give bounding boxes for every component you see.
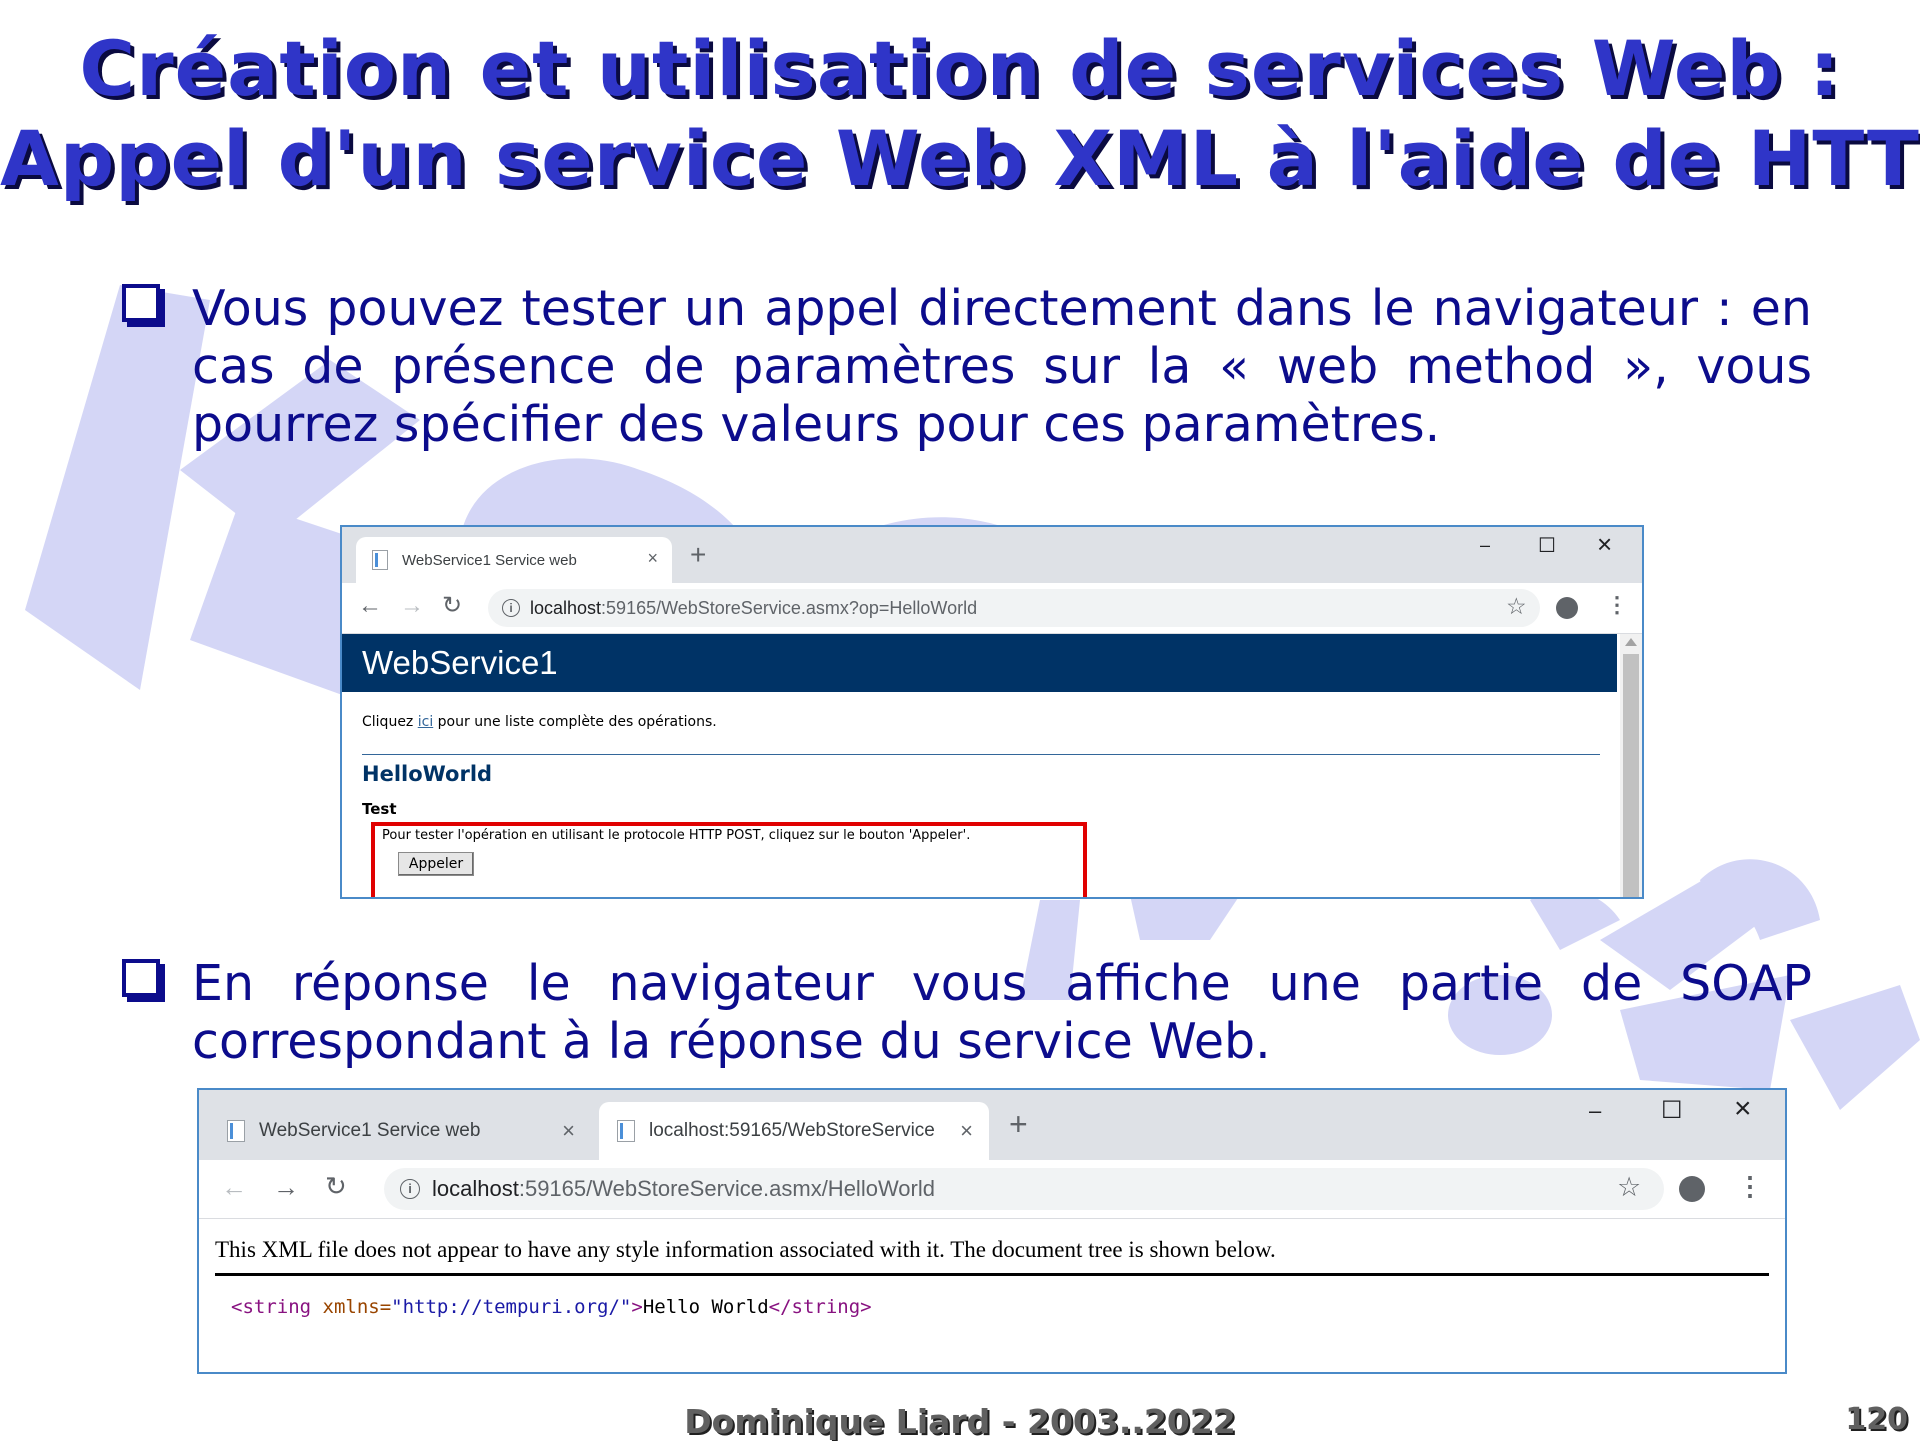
site-info-icon[interactable]: i [400,1179,420,1199]
vertical-scrollbar[interactable] [1620,634,1642,897]
page-number: 120 [1845,1402,1908,1437]
page-favicon-icon [372,550,388,570]
scrollbar-thumb[interactable] [1623,654,1639,897]
footer-author: Dominique Liard - 2003..2022 [684,1402,1236,1441]
notice-divider [215,1273,1769,1276]
account-avatar-icon[interactable] [1556,597,1578,619]
close-window-icon[interactable]: × [1734,1092,1752,1126]
new-tab-icon[interactable]: + [690,539,706,571]
operations-intro: Cliquez ici pour une liste complète des … [362,714,717,730]
maximize-icon[interactable]: ☐ [1661,1096,1683,1125]
browser-toolbar: ← → ↻ i localhost:59165/WebStoreService.… [199,1160,1785,1219]
page-content: WebService1 Cliquez ici pour une liste c… [342,634,1642,897]
tab-webservice1[interactable]: WebService1 Service web × [209,1102,589,1160]
url-host: localhost [530,597,602,618]
slide-title: Création et utilisation de services Web … [0,24,1920,204]
address-bar[interactable]: i localhost:59165/WebStoreService.asmx?o… [488,589,1540,627]
back-icon[interactable]: ← [358,592,382,620]
page-favicon-icon [227,1120,245,1142]
tab-title: WebService1 Service web [402,551,577,569]
watermark-r-2 [1130,895,1240,940]
xml-style-notice: This XML file does not appear to have an… [215,1237,1276,1262]
reload-icon[interactable]: ↻ [442,591,462,620]
address-bar[interactable]: i localhost:59165/WebStoreService.asmx/H… [384,1168,1664,1210]
back-icon[interactable]: ← [221,1172,247,1203]
tab-strip: WebService1 Service web × localhost:5916… [199,1090,1785,1160]
forward-icon[interactable]: → [400,592,424,620]
url-path: :59165/WebStoreService.asmx?op=HelloWorl… [601,597,978,618]
maximize-icon[interactable]: ☐ [1538,533,1556,558]
tab-close-icon[interactable]: × [647,548,658,569]
menu-kebab-icon[interactable]: ⋮ [1606,592,1628,618]
browser-toolbar: ← → ↻ i localhost:59165/WebStoreService.… [342,583,1642,634]
bookmark-star-icon[interactable]: ☆ [1617,1172,1641,1203]
slide-title-line2: Appel d'un service Web XML à l'aide de H… [0,114,1920,203]
minimize-icon[interactable]: – [1589,1098,1601,1124]
site-info-icon[interactable]: i [502,599,520,617]
bullet-2: En réponse le navigateur vous affiche un… [122,955,1812,1075]
page-favicon-icon [617,1120,635,1142]
watermark-f-3 [1700,859,1820,940]
tab-webservice1[interactable]: WebService1 Service web × [356,537,672,583]
service-header: WebService1 [342,634,1617,692]
test-instructions: Pour tester l'opération en utilisant le … [382,828,971,843]
intro-text-before: Cliquez [362,714,418,730]
xml-document-tree: <string xmlns="http://tempuri.org/">Hell… [231,1296,872,1318]
browser-window-test-page: WebService1 Service web × + – ☐ × ← → ↻ … [340,525,1644,899]
xml-open-tag-end: > [631,1296,643,1318]
bullet-checkbox-icon [122,284,160,322]
slide-title-line1: Création et utilisation de services Web … [79,24,1841,113]
tab-close-icon[interactable]: × [562,1118,575,1144]
intro-text-after: pour une liste complète des opérations. [433,714,717,730]
browser-window-xml-response: WebService1 Service web × localhost:5916… [197,1088,1787,1374]
tab-title: WebService1 Service web [259,1120,481,1141]
scroll-up-arrow-icon[interactable] [1625,638,1637,646]
url-host: localhost [432,1176,519,1201]
xml-text-content: Hello World [642,1296,769,1318]
xml-open-tag: <string [231,1296,312,1318]
section-divider [362,754,1600,755]
close-window-icon[interactable]: × [1597,529,1612,560]
bookmark-star-icon[interactable]: ☆ [1506,593,1527,620]
new-tab-icon[interactable]: + [1009,1106,1028,1143]
operations-list-link[interactable]: ici [418,714,433,730]
bullet-2-text: En réponse le navigateur vous affiche un… [192,955,1812,1070]
reload-icon[interactable]: ↻ [325,1171,347,1202]
tab-title: localhost:59165/WebStoreService [649,1120,935,1141]
bullet-1-text: Vous pouvez tester un appel directement … [192,280,1812,453]
forward-icon[interactable]: → [273,1172,299,1203]
xml-attribute-name: xmlns= [311,1296,392,1318]
url-path: :59165/WebStoreService.asmx/HelloWorld [518,1176,935,1201]
minimize-icon[interactable]: – [1480,535,1490,556]
bullet-checkbox-icon [122,959,160,997]
operation-name: HelloWorld [362,762,493,786]
account-avatar-icon[interactable] [1679,1176,1705,1202]
test-heading: Test [362,800,397,818]
invoke-button[interactable]: Appeler [398,852,474,876]
tab-localhost[interactable]: localhost:59165/WebStoreService × [599,1102,989,1160]
bullet-1: Vous pouvez tester un appel directement … [122,280,1812,460]
tab-strip: WebService1 Service web × + – ☐ × [342,527,1642,583]
xml-close-tag: </string> [768,1296,872,1318]
menu-kebab-icon[interactable]: ⋮ [1737,1171,1763,1202]
tab-close-icon[interactable]: × [960,1118,973,1144]
xml-attribute-value: "http://tempuri.org/" [391,1296,632,1318]
